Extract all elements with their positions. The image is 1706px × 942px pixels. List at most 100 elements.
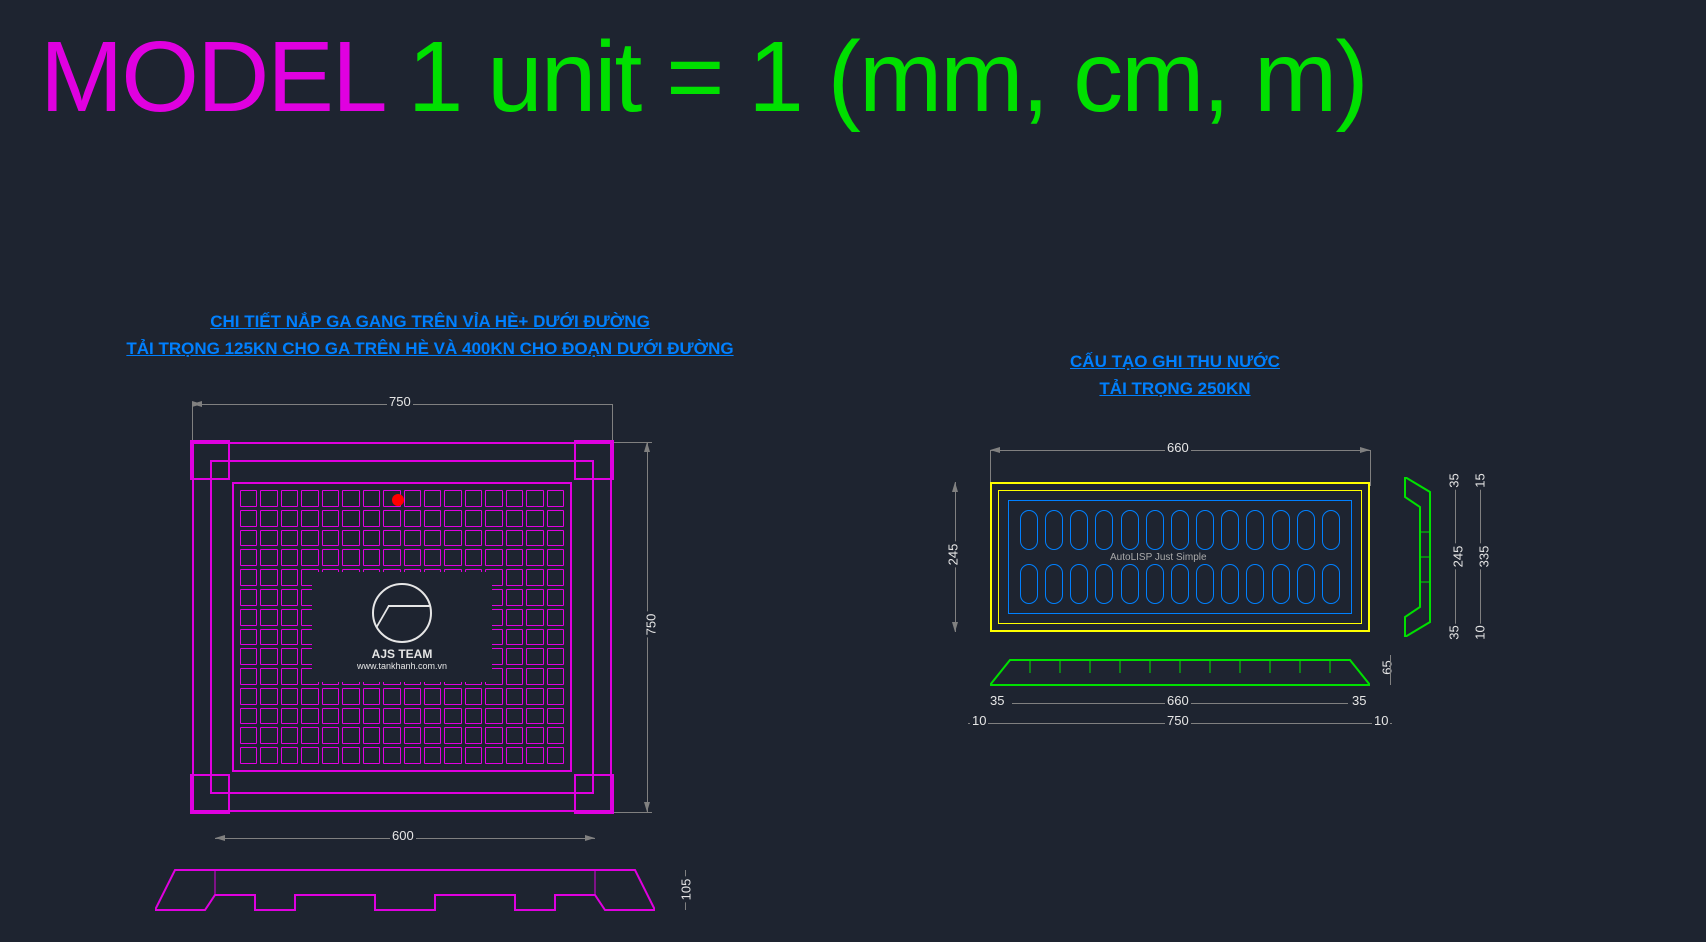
stud-dot <box>301 510 318 527</box>
stud-dot <box>526 589 543 606</box>
stud-dot <box>363 510 380 527</box>
stud-dot <box>383 708 400 725</box>
stud-dot <box>301 708 318 725</box>
stud-dot <box>281 549 298 566</box>
stud-dot <box>506 747 523 764</box>
stud-dot <box>404 747 421 764</box>
stud-dot <box>342 708 359 725</box>
side-outline <box>1395 477 1455 637</box>
slot-row <box>1020 564 1340 604</box>
stud-dot <box>240 629 257 646</box>
left-title-line1: CHI TIẾT NẮP GA GANG TRÊN VỈA HÈ+ DƯỚI Đ… <box>210 312 650 331</box>
dim-arrow-icon <box>585 835 595 841</box>
slot <box>1070 564 1088 604</box>
dim-660-top: 660 <box>1165 440 1191 455</box>
stud-dot <box>260 510 277 527</box>
stud-dot <box>383 747 400 764</box>
stud-dot <box>260 708 277 725</box>
stud-dot <box>301 549 318 566</box>
stud-dot <box>444 688 461 705</box>
stud-dot <box>240 549 257 566</box>
header-unit: 1 unit = 1 (mm, cm, m) <box>382 21 1367 133</box>
stud-dot <box>526 549 543 566</box>
stud-dot <box>526 668 543 685</box>
dim-ext-line <box>612 812 652 813</box>
slot <box>1272 564 1290 604</box>
dim-10b: 10 <box>1372 713 1390 728</box>
stud-dot <box>506 549 523 566</box>
stud-dot <box>322 747 339 764</box>
stud-dot <box>322 708 339 725</box>
stud-dot <box>444 490 461 507</box>
stud-dot <box>526 747 543 764</box>
stud-dot <box>363 688 380 705</box>
slot-row <box>1020 510 1340 550</box>
slot <box>1171 510 1189 550</box>
dim-105: 105 <box>678 877 693 903</box>
slot <box>1221 510 1239 550</box>
stud-dot <box>547 688 564 705</box>
stud-dot <box>465 727 482 744</box>
stud-dot <box>363 490 380 507</box>
stud-dot <box>547 747 564 764</box>
corner-tab <box>190 774 230 814</box>
stud-dot <box>485 510 502 527</box>
stud-dot <box>547 569 564 586</box>
stud-dot <box>465 530 482 547</box>
watermark-text: AutoLISP Just Simple <box>1110 552 1207 563</box>
stud-dot <box>404 727 421 744</box>
stud-dot <box>301 747 318 764</box>
slot <box>1070 510 1088 550</box>
stud-dot <box>465 549 482 566</box>
stud-dot <box>281 708 298 725</box>
stud-dot <box>260 648 277 665</box>
slot <box>1246 564 1264 604</box>
stud-dot <box>485 727 502 744</box>
stud-dot <box>485 708 502 725</box>
stud-dot <box>526 530 543 547</box>
stud-dot <box>526 609 543 626</box>
left-title-line2: TẢI TRỌNG 125KN CHO GA TRÊN HÈ VÀ 400KN … <box>126 339 733 358</box>
stud-dot <box>547 708 564 725</box>
stud-dot <box>547 589 564 606</box>
slot <box>1045 510 1063 550</box>
stud-dot <box>444 530 461 547</box>
stud-dot <box>281 648 298 665</box>
stud-dot <box>485 549 502 566</box>
stud-dot <box>506 530 523 547</box>
stud-dot <box>526 688 543 705</box>
dim-arrow-icon <box>215 835 225 841</box>
stud-dot <box>260 569 277 586</box>
stud-dot <box>526 510 543 527</box>
stud-dot <box>547 490 564 507</box>
stud-dot <box>506 510 523 527</box>
corner-tab <box>190 440 230 480</box>
dim-s35a: 35 <box>1447 471 1462 489</box>
stud-dot <box>404 530 421 547</box>
slot <box>1146 564 1164 604</box>
stud-dot <box>281 530 298 547</box>
stud-dot <box>322 727 339 744</box>
dim-s245: 245 <box>1450 544 1465 570</box>
stud-dot <box>281 727 298 744</box>
slot <box>1171 564 1189 604</box>
cover-logo-area: AJS TEAM www.tankhanh.com.vn <box>312 572 492 682</box>
stud-dot <box>342 747 359 764</box>
dim-line <box>1390 655 1391 685</box>
stud-dot <box>240 589 257 606</box>
dim-s35b: 35 <box>1447 623 1462 641</box>
center-marker-dot <box>392 494 404 506</box>
stud-dot <box>506 629 523 646</box>
stud-dot <box>506 609 523 626</box>
stud-dot <box>424 510 441 527</box>
stud-dot <box>383 688 400 705</box>
slot <box>1121 564 1139 604</box>
slot <box>1196 510 1214 550</box>
stud-dot <box>342 688 359 705</box>
stud-dot <box>404 510 421 527</box>
stud-dot <box>240 510 257 527</box>
dim-s10: 10 <box>1473 623 1488 641</box>
dim-ext-line <box>990 450 991 486</box>
stud-dot <box>363 708 380 725</box>
header-model: MODEL <box>40 21 382 133</box>
